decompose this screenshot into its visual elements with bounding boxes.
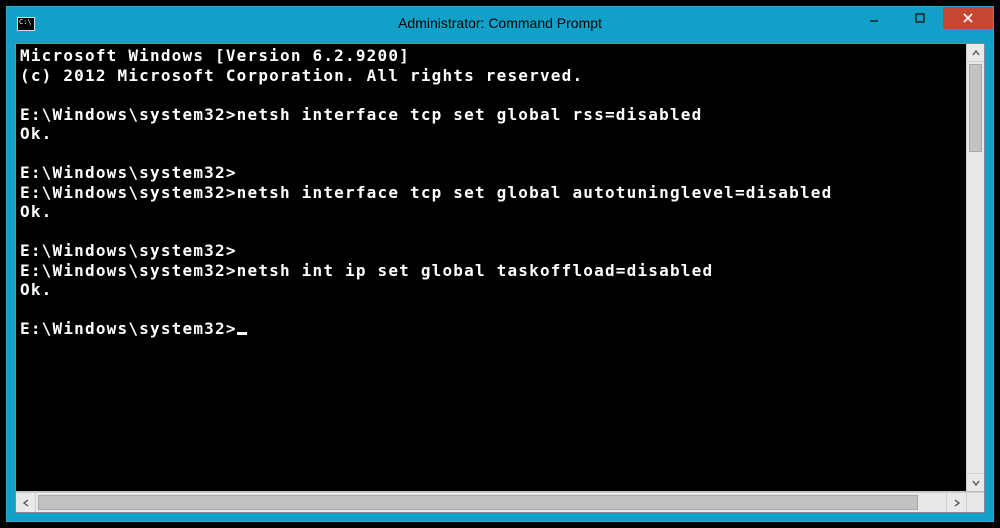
scroll-corner: [966, 493, 984, 512]
command: netsh interface tcp set global autotunin…: [237, 183, 833, 202]
maximize-icon: [914, 12, 926, 24]
line: Ok.: [20, 280, 53, 299]
window-controls: [851, 7, 993, 29]
close-icon: [962, 12, 974, 24]
chevron-right-icon: [953, 499, 961, 507]
line: Microsoft Windows [Version 6.2.9200]: [20, 46, 410, 65]
line: Ok.: [20, 202, 53, 221]
console-output[interactable]: Microsoft Windows [Version 6.2.9200] (c)…: [16, 44, 966, 491]
vertical-scrollbar[interactable]: [966, 44, 984, 491]
minimize-button[interactable]: [851, 7, 897, 29]
minimize-icon: [868, 12, 880, 24]
vertical-scroll-thumb[interactable]: [969, 64, 982, 152]
command: netsh interface tcp set global rss=disab…: [237, 105, 703, 124]
window-title: Administrator: Command Prompt: [7, 15, 993, 31]
line: (c) 2012 Microsoft Corporation. All righ…: [20, 66, 583, 85]
text-cursor: [237, 332, 247, 335]
scroll-left-button[interactable]: [16, 493, 36, 512]
prompt: E:\Windows\system32>: [20, 261, 237, 280]
client-area: Microsoft Windows [Version 6.2.9200] (c)…: [15, 43, 985, 513]
chevron-up-icon: [972, 49, 980, 57]
horizontal-scrollbar[interactable]: [16, 492, 984, 512]
scroll-right-button[interactable]: [946, 493, 966, 512]
window-frame: Administrator: Command Prompt Microsoft …: [6, 6, 994, 522]
console-frame: Microsoft Windows [Version 6.2.9200] (c)…: [16, 44, 984, 492]
prompt: E:\Windows\system32>: [20, 183, 237, 202]
prompt: E:\Windows\system32>: [20, 319, 237, 338]
command: netsh int ip set global taskoffload=disa…: [237, 261, 714, 280]
close-button[interactable]: [943, 7, 993, 29]
chevron-down-icon: [972, 479, 980, 487]
prompt: E:\Windows\system32>: [20, 105, 237, 124]
scroll-up-button[interactable]: [967, 44, 984, 62]
titlebar[interactable]: Administrator: Command Prompt: [7, 7, 993, 39]
horizontal-scroll-thumb[interactable]: [38, 495, 918, 510]
maximize-button[interactable]: [897, 7, 943, 29]
prompt: E:\Windows\system32>: [20, 241, 237, 260]
scroll-down-button[interactable]: [967, 473, 984, 491]
chevron-left-icon: [22, 499, 30, 507]
prompt: E:\Windows\system32>: [20, 163, 237, 182]
line: Ok.: [20, 124, 53, 143]
